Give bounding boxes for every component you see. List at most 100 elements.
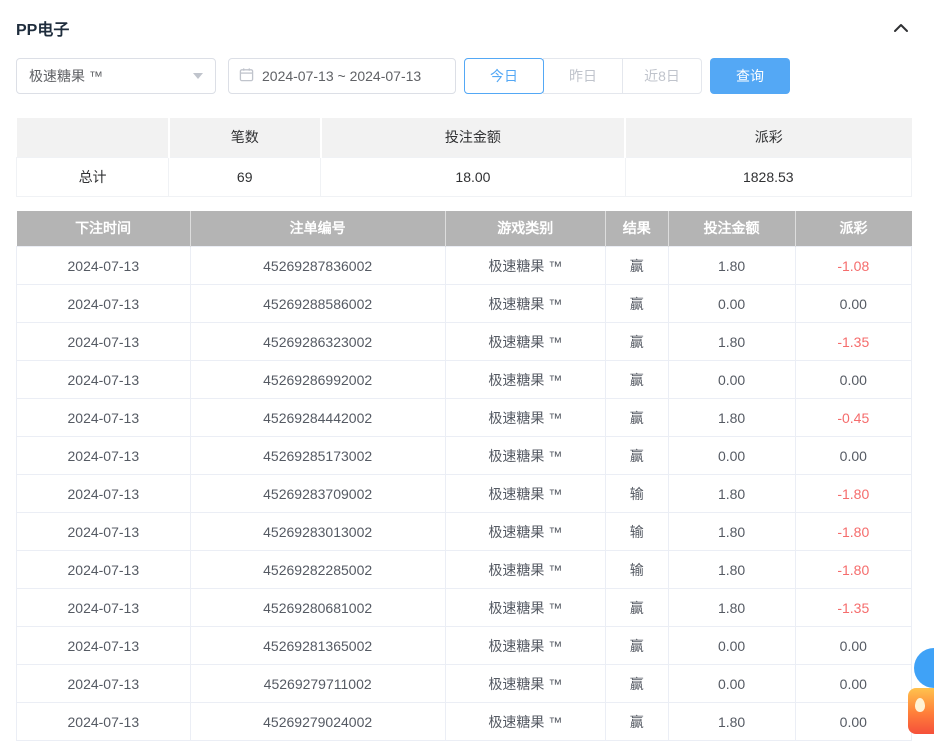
bet-time-cell: 2024-07-13 bbox=[17, 665, 191, 703]
summary-header-bet-amount: 投注金额 bbox=[321, 118, 625, 157]
bet-time-cell: 2024-07-13 bbox=[17, 627, 191, 665]
game-type-cell: 极速糖果 ™ bbox=[445, 551, 605, 589]
payout-cell: -1.08 bbox=[795, 247, 911, 285]
table-row: 2024-07-1345269280681002极速糖果 ™赢1.80-1.35 bbox=[17, 589, 912, 627]
floating-service-icon[interactable] bbox=[908, 688, 934, 734]
bet-time-cell: 2024-07-13 bbox=[17, 589, 191, 627]
table-row: 2024-07-1345269286992002极速糖果 ™赢0.000.00 bbox=[17, 361, 912, 399]
result-cell: 赢 bbox=[605, 323, 668, 361]
summary-header-blank bbox=[17, 118, 169, 157]
bet-amount-cell: 1.80 bbox=[668, 703, 795, 741]
bet-amount-cell: 1.80 bbox=[668, 323, 795, 361]
game-type-cell: 极速糖果 ™ bbox=[445, 589, 605, 627]
summary-header-row: 笔数 投注金额 派彩 bbox=[17, 118, 912, 157]
bet-amount-cell: 0.00 bbox=[668, 361, 795, 399]
bet-amount-cell: 1.80 bbox=[668, 247, 795, 285]
summary-total-label: 总计 bbox=[17, 157, 169, 196]
order-id-cell: 45269279024002 bbox=[190, 703, 445, 741]
order-id-cell: 45269286992002 bbox=[190, 361, 445, 399]
order-id-cell: 45269285173002 bbox=[190, 437, 445, 475]
bet-time-cell: 2024-07-13 bbox=[17, 551, 191, 589]
bet-time-cell: 2024-07-13 bbox=[17, 703, 191, 741]
bet-time-cell: 2024-07-13 bbox=[17, 285, 191, 323]
bet-amount-cell: 0.00 bbox=[668, 437, 795, 475]
filter-bar: 极速糖果 ™ 2024-07-13 ~ 2024-07-13 今日 昨日 近8日… bbox=[16, 58, 912, 94]
header-payout: 派彩 bbox=[795, 211, 911, 247]
quick-date-buttons: 今日 昨日 近8日 bbox=[464, 58, 702, 94]
table-row: 2024-07-1345269279711002极速糖果 ™赢0.000.00 bbox=[17, 665, 912, 703]
payout-cell: -0.45 bbox=[795, 399, 911, 437]
payout-cell: 0.00 bbox=[795, 627, 911, 665]
table-row: 2024-07-1345269283013002极速糖果 ™输1.80-1.80 bbox=[17, 513, 912, 551]
game-type-cell: 极速糖果 ™ bbox=[445, 665, 605, 703]
result-cell: 赢 bbox=[605, 285, 668, 323]
table-row: 2024-07-1345269285173002极速糖果 ™赢0.000.00 bbox=[17, 437, 912, 475]
payout-cell: 0.00 bbox=[795, 703, 911, 741]
payout-cell: -1.80 bbox=[795, 475, 911, 513]
yesterday-button[interactable]: 昨日 bbox=[543, 58, 623, 94]
game-type-cell: 极速糖果 ™ bbox=[445, 323, 605, 361]
table-row: 2024-07-1345269279024002极速糖果 ™赢1.800.00 bbox=[17, 703, 912, 741]
game-type-cell: 极速糖果 ™ bbox=[445, 437, 605, 475]
header-result: 结果 bbox=[605, 211, 668, 247]
order-id-cell: 45269282285002 bbox=[190, 551, 445, 589]
game-type-cell: 极速糖果 ™ bbox=[445, 513, 605, 551]
page-title: PP电子 bbox=[16, 16, 69, 40]
game-type-cell: 极速糖果 ™ bbox=[445, 627, 605, 665]
game-type-cell: 极速糖果 ™ bbox=[445, 285, 605, 323]
today-button[interactable]: 今日 bbox=[464, 58, 544, 94]
bet-amount-cell: 1.80 bbox=[668, 399, 795, 437]
collapse-panel-button[interactable] bbox=[890, 19, 912, 37]
result-cell: 赢 bbox=[605, 361, 668, 399]
panel-header: PP电子 bbox=[16, 12, 912, 44]
order-id-cell: 45269280681002 bbox=[190, 589, 445, 627]
chevron-up-icon bbox=[892, 23, 910, 38]
search-button[interactable]: 查询 bbox=[710, 58, 790, 94]
order-id-cell: 45269287836002 bbox=[190, 247, 445, 285]
payout-cell: 0.00 bbox=[795, 361, 911, 399]
bet-amount-cell: 1.80 bbox=[668, 475, 795, 513]
bet-time-cell: 2024-07-13 bbox=[17, 475, 191, 513]
header-bet-time: 下注时间 bbox=[17, 211, 191, 247]
order-id-cell: 45269283013002 bbox=[190, 513, 445, 551]
result-cell: 输 bbox=[605, 551, 668, 589]
bet-time-cell: 2024-07-13 bbox=[17, 361, 191, 399]
date-range-picker[interactable]: 2024-07-13 ~ 2024-07-13 bbox=[228, 58, 456, 94]
summary-total-count: 69 bbox=[169, 157, 321, 196]
bet-time-cell: 2024-07-13 bbox=[17, 437, 191, 475]
bet-amount-cell: 0.00 bbox=[668, 627, 795, 665]
game-select[interactable]: 极速糖果 ™ bbox=[16, 58, 216, 94]
bet-records-table: 下注时间 注单编号 游戏类别 结果 投注金额 派彩 2024-07-134526… bbox=[16, 211, 912, 741]
header-order-id: 注单编号 bbox=[190, 211, 445, 247]
game-select-value: 极速糖果 ™ bbox=[29, 66, 103, 86]
header-game-type: 游戏类别 bbox=[445, 211, 605, 247]
result-cell: 输 bbox=[605, 475, 668, 513]
date-range-value: 2024-07-13 ~ 2024-07-13 bbox=[262, 68, 421, 84]
table-row: 2024-07-1345269287836002极速糖果 ™赢1.80-1.08 bbox=[17, 247, 912, 285]
order-id-cell: 45269284442002 bbox=[190, 399, 445, 437]
result-cell: 赢 bbox=[605, 247, 668, 285]
game-type-cell: 极速糖果 ™ bbox=[445, 361, 605, 399]
bet-time-cell: 2024-07-13 bbox=[17, 399, 191, 437]
summary-total-bet-amount: 18.00 bbox=[321, 157, 625, 196]
game-type-cell: 极速糖果 ™ bbox=[445, 475, 605, 513]
order-id-cell: 45269279711002 bbox=[190, 665, 445, 703]
bet-table-body: 2024-07-1345269287836002极速糖果 ™赢1.80-1.08… bbox=[17, 247, 912, 741]
table-row: 2024-07-1345269288586002极速糖果 ™赢0.000.00 bbox=[17, 285, 912, 323]
payout-cell: 0.00 bbox=[795, 437, 911, 475]
table-row: 2024-07-1345269282285002极速糖果 ™输1.80-1.80 bbox=[17, 551, 912, 589]
payout-cell: -1.80 bbox=[795, 551, 911, 589]
calendar-icon bbox=[239, 67, 254, 85]
order-id-cell: 45269283709002 bbox=[190, 475, 445, 513]
table-row: 2024-07-1345269281365002极速糖果 ™赢0.000.00 bbox=[17, 627, 912, 665]
result-cell: 赢 bbox=[605, 437, 668, 475]
order-id-cell: 45269286323002 bbox=[190, 323, 445, 361]
last-8-days-button[interactable]: 近8日 bbox=[622, 58, 702, 94]
result-cell: 赢 bbox=[605, 703, 668, 741]
result-cell: 赢 bbox=[605, 399, 668, 437]
order-id-cell: 45269288586002 bbox=[190, 285, 445, 323]
bet-table-header-row: 下注时间 注单编号 游戏类别 结果 投注金额 派彩 bbox=[17, 211, 912, 247]
bet-amount-cell: 1.80 bbox=[668, 513, 795, 551]
result-cell: 赢 bbox=[605, 589, 668, 627]
report-panel: PP电子 极速糖果 ™ 2024-07-13 ~ 2024-07-13 今日 昨… bbox=[0, 0, 934, 741]
